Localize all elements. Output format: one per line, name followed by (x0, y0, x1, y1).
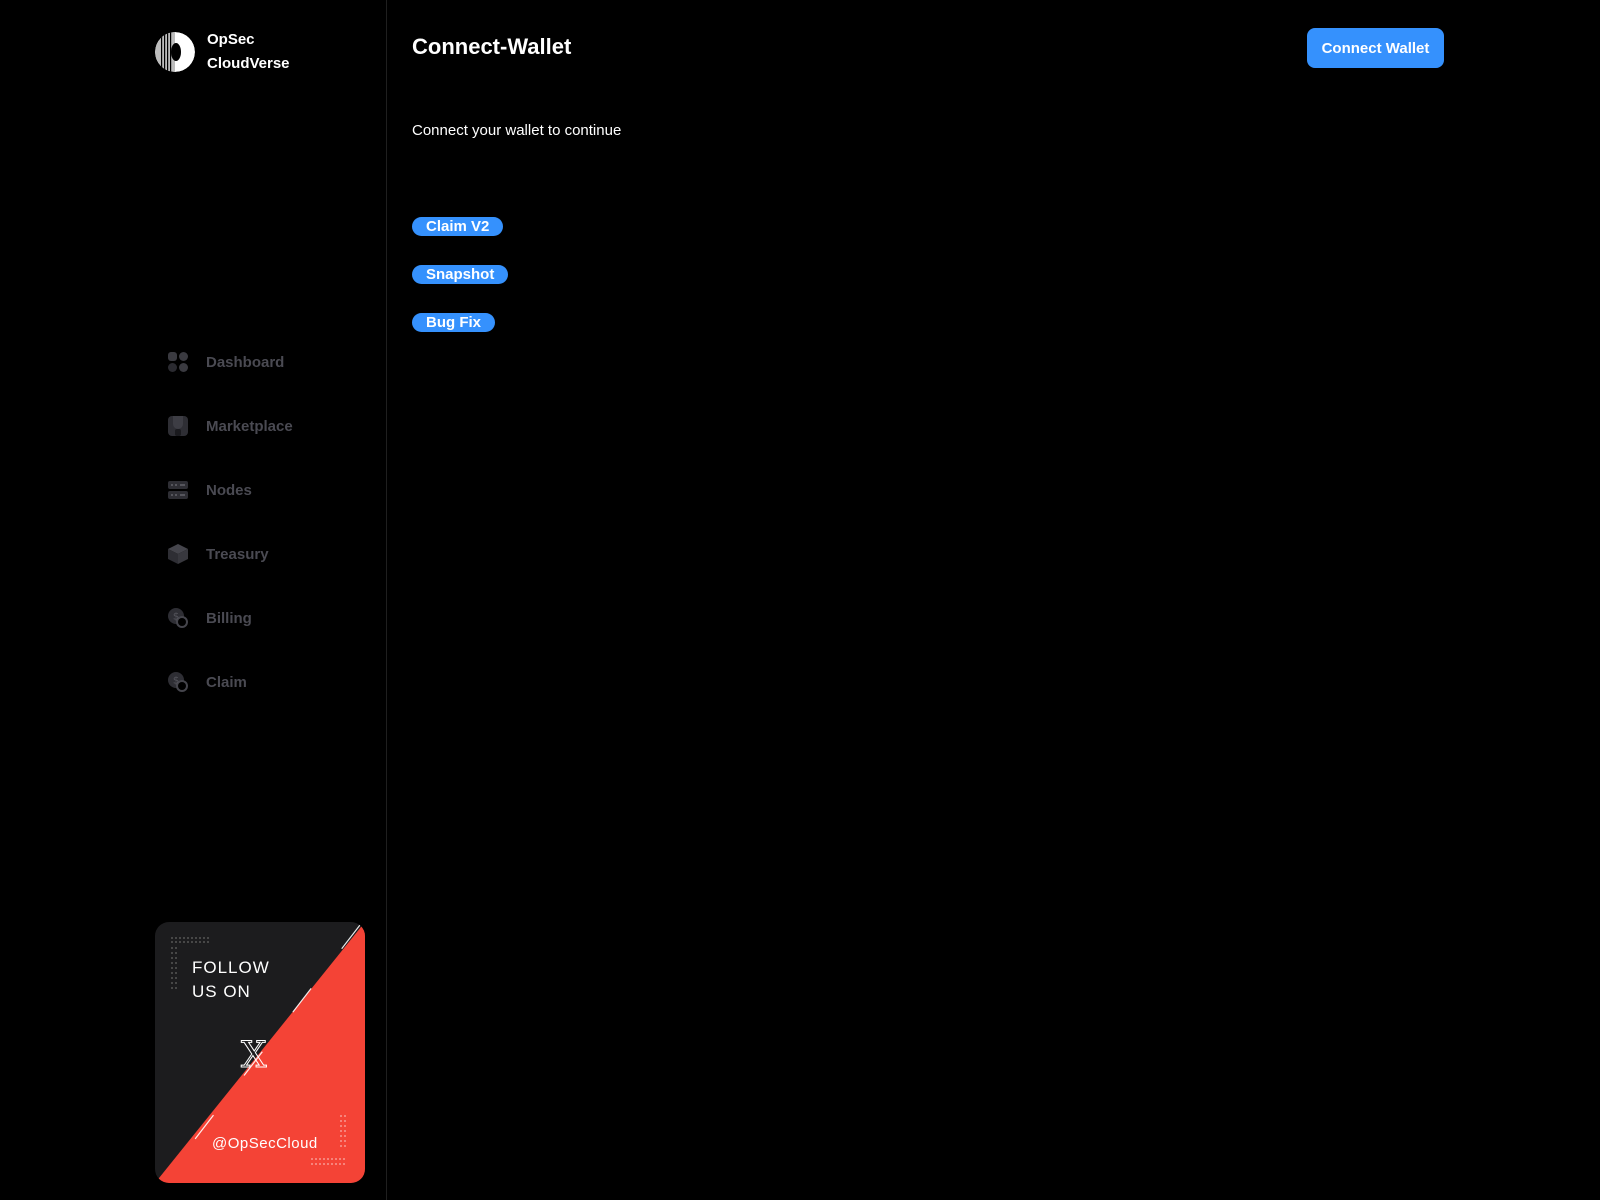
svg-text:$: $ (173, 612, 179, 623)
brand-line-2: CloudVerse (207, 55, 290, 72)
main-content: Connect-Wallet Connect Wallet Connect yo… (388, 0, 1600, 1200)
dashboard-icon (167, 351, 189, 373)
sidebar-item-treasury[interactable]: Treasury (167, 542, 293, 566)
sidebar-item-label: Marketplace (206, 417, 293, 435)
follow-x-card[interactable]: FOLLOW US ON X @OpSecCloud (155, 922, 365, 1183)
x-logo-icon: X (241, 1035, 268, 1077)
sidebar-item-nodes[interactable]: Nodes (167, 478, 293, 502)
brand-line-1: OpSec (207, 31, 255, 48)
treasury-icon (167, 543, 189, 565)
follow-line-1: FOLLOW (192, 958, 270, 977)
claim-icon: $ (167, 671, 189, 693)
logo-mark-icon (155, 32, 195, 72)
brand-name: OpSec CloudVerse (207, 28, 290, 76)
app-root: OpSec CloudVerse Dashboard Marketplace N… (0, 0, 1600, 1200)
follow-title: FOLLOW US ON (192, 956, 302, 1004)
connect-prompt-text: Connect your wallet to continue (412, 122, 622, 139)
sidebar: OpSec CloudVerse Dashboard Marketplace N… (0, 0, 387, 1200)
sidebar-item-label: Treasury (206, 545, 269, 563)
sidebar-item-label: Dashboard (206, 353, 285, 371)
sidebar-item-label: Billing (206, 609, 252, 627)
billing-icon: $ (167, 607, 189, 629)
sidebar-item-label: Claim (206, 673, 247, 691)
claim-v2-link[interactable]: Claim V2 (412, 217, 504, 236)
brand-logo[interactable]: OpSec CloudVerse (155, 28, 290, 76)
sidebar-item-marketplace[interactable]: Marketplace (167, 414, 293, 438)
connect-wallet-label: Connect Wallet (1321, 40, 1430, 57)
sidebar-nav: Dashboard Marketplace Nodes Treasury $ B… (167, 350, 293, 734)
sidebar-item-dashboard[interactable]: Dashboard (167, 350, 293, 374)
page-title: Connect-Wallet (412, 34, 572, 59)
snapshot-link[interactable]: Snapshot (412, 265, 509, 284)
nodes-icon (167, 479, 189, 501)
follow-handle: @OpSecCloud (212, 1135, 318, 1152)
svg-text:$: $ (173, 676, 179, 687)
sidebar-item-label: Nodes (206, 481, 252, 499)
connect-wallet-button[interactable]: Connect Wallet (1307, 28, 1444, 68)
sidebar-item-claim[interactable]: $ Claim (167, 670, 293, 694)
marketplace-icon (167, 415, 189, 437)
sidebar-item-billing[interactable]: $ Billing (167, 606, 293, 630)
bug-fix-link[interactable]: Bug Fix (412, 313, 495, 332)
follow-line-2: US ON (192, 982, 251, 1001)
